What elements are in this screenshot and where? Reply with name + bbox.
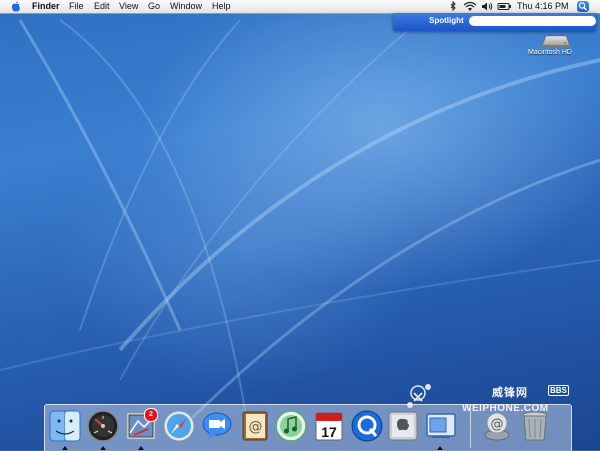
ical-icon[interactable]: 17 [312,409,346,443]
trash-icon[interactable] [518,409,552,443]
svg-text:@: @ [491,417,504,432]
dock-separator [470,408,471,448]
itunes-icon[interactable] [274,409,308,443]
battery-icon[interactable] [497,0,512,13]
safari-icon[interactable] [162,409,196,443]
mail-unread-badge: 2 [144,408,158,422]
airport-wifi-icon[interactable] [463,0,477,13]
spotlight-panel: Spotlight [393,13,596,31]
running-indicator [138,446,144,450]
running-indicator [437,446,443,450]
spotlight-label: Spotlight [429,16,464,25]
apple-icon[interactable] [11,1,21,12]
hard-disk-label[interactable]: Macintosh HD [528,49,572,56]
svg-text:@: @ [249,419,263,435]
volume-icon[interactable] [481,0,493,13]
spotlight-search-input[interactable] [469,16,596,26]
hard-disk-icon[interactable] [524,30,588,62]
ichat-icon[interactable] [200,409,234,443]
menu-bar: Finder File Edit View Go Window Help Thu… [0,0,600,14]
menu-edit[interactable]: Edit [92,0,112,13]
address-book-icon[interactable]: @ [238,409,272,443]
system-preferences-icon[interactable] [386,409,420,443]
magnifier-glyph-icon [578,2,588,11]
preview-icon[interactable] [424,409,458,443]
bluetooth-icon[interactable] [449,0,457,13]
quicktime-icon[interactable] [350,409,384,443]
running-indicator [62,446,68,450]
running-indicator [100,446,106,450]
menu-view[interactable]: View [117,0,140,13]
downloads-stack-icon[interactable]: @ [480,409,514,443]
menu-file[interactable]: File [67,0,86,13]
menu-go[interactable]: Go [146,0,162,13]
dashboard-icon[interactable] [86,409,120,443]
menu-window[interactable]: Window [168,0,204,13]
watermark-bbs-badge: BBS [548,385,569,396]
watermark-chinese-text: 威锋网 [492,387,528,399]
menu-help[interactable]: Help [210,0,233,13]
menu-finder[interactable]: Finder [30,0,62,13]
finder-icon[interactable] [48,409,82,443]
spotlight-magnifier-icon[interactable] [577,1,589,12]
menubar-clock[interactable]: Thu 4:16 PM [517,0,569,13]
ical-date: 17 [321,424,337,440]
